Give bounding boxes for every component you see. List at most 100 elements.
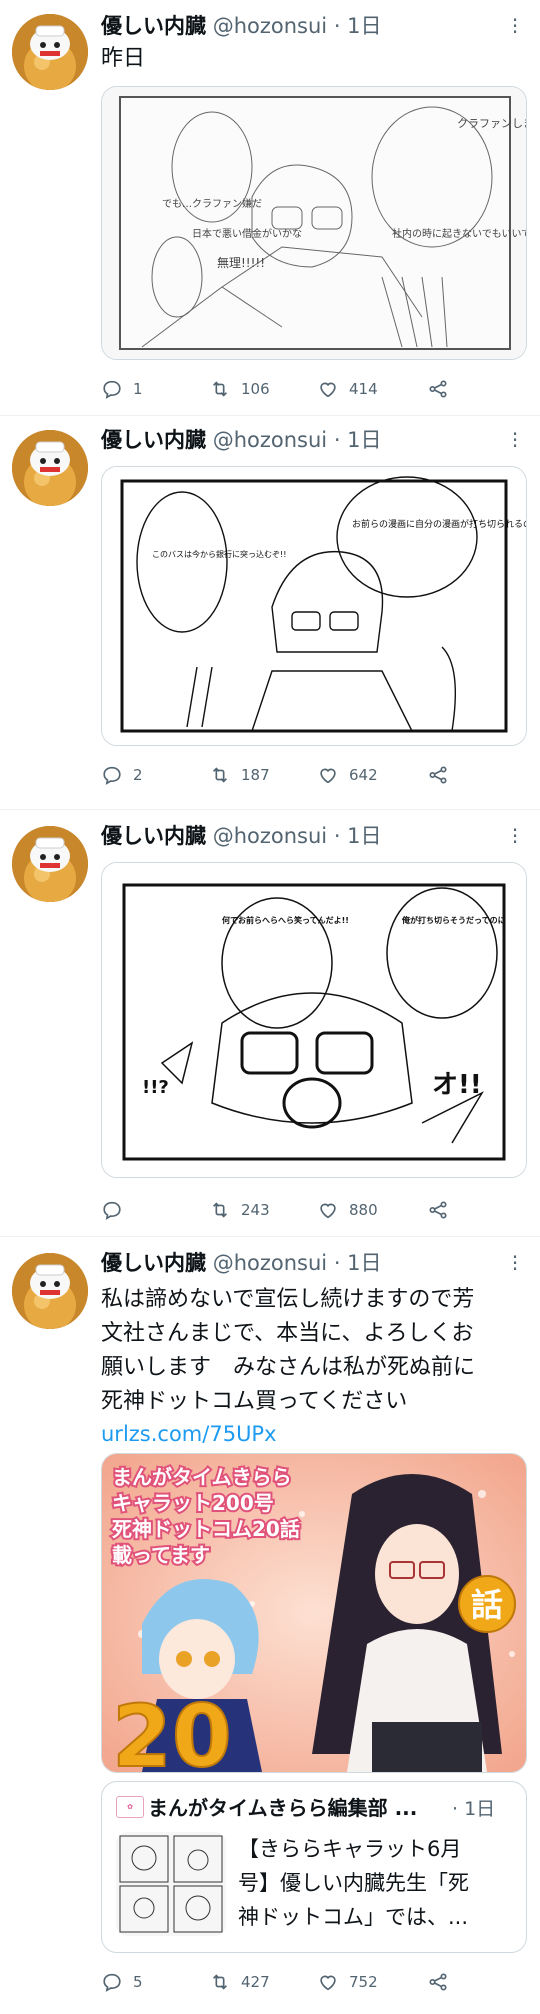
manga-speech-1: クラファンしましょうよ!! [457, 117, 526, 130]
tweet-header: 優しい内臓 @hozonsui · 1日 [101, 426, 382, 454]
tweet-actions: 2 187 642 [101, 764, 501, 790]
retweet-button[interactable]: 106 [209, 378, 270, 400]
retweet-button[interactable]: 243 [209, 1199, 270, 1221]
share-button[interactable] [427, 1971, 449, 1993]
reply-button[interactable]: 2 [101, 764, 143, 786]
tweet-actions: 5 427 752 [101, 1971, 501, 1997]
tweet-4[interactable]: 優しい内臓 @hozonsui · 1日 · · · 私は諦めないで宣伝し続けますの… [0, 1237, 540, 2014]
manga-speech-3: でも…クラファン嫌だ [162, 197, 262, 210]
retweet-button[interactable]: 427 [209, 1971, 270, 1993]
quote-text-line: 号】優しい内臓先生「死 [238, 1871, 469, 1895]
quote-tweet[interactable]: ✿ まんがタイムきらら編集部 ... · 1日 【きららキャラット6月 号】優し… [101, 1781, 527, 1953]
timestamp[interactable]: · 1日 [334, 824, 382, 848]
display-name[interactable]: 優しい内臓 [101, 1251, 206, 1275]
avatar[interactable] [12, 826, 88, 902]
retweet-button[interactable]: 187 [209, 764, 270, 786]
retweet-count: 243 [241, 1201, 270, 1219]
quote-text: 【きららキャラット6月 号】優しい内臓先生「死 神ドットコム」では、... [238, 1832, 514, 1934]
manga-speech-2: 社内の時に起きないでもいいです [392, 227, 526, 240]
promo-line-4: 載ってます [112, 1543, 210, 1567]
user-handle[interactable]: @hozonsui [213, 1251, 327, 1275]
more-options-icon[interactable]: · · · [504, 10, 526, 42]
quote-author: まんがタイムきらら編集部 ... [148, 1796, 418, 1820]
tweet-link[interactable]: urlzs.com/75UPx [101, 1422, 277, 1446]
retweet-icon [212, 1974, 228, 1990]
tweet-3[interactable]: 優しい内臓 @hozonsui · 1日 · · · 俺が打ち切らそうだってのに 何… [0, 810, 540, 1236]
heart-icon [320, 1975, 336, 1991]
reply-icon [103, 1973, 121, 1992]
tweet-header: 優しい内臓 @hozonsui · 1日 [101, 822, 382, 850]
share-icon [429, 766, 447, 784]
like-count: 880 [349, 1201, 378, 1219]
share-button[interactable] [427, 378, 449, 400]
reply-button[interactable]: 5 [101, 1971, 143, 1993]
tweet-text-line: 死神ドットコム買ってください [101, 1389, 408, 1414]
tweet-image[interactable]: クラファンしましょうよ!! 社内の時に起きないでもいいです でも…クラファン嫌だ… [101, 86, 527, 360]
share-icon [429, 1201, 447, 1219]
timestamp[interactable]: · 1日 [334, 14, 382, 38]
quote-thumbnail-image [116, 1832, 226, 1936]
like-button[interactable]: 642 [317, 764, 378, 786]
manga-speech-2: 何でお前らへらへら笑ってんだよ!! [222, 915, 349, 925]
tweet-actions: 243 880 [101, 1199, 501, 1225]
retweet-icon [212, 1202, 228, 1218]
promo-line-3: 死神ドットコム20話 [112, 1517, 300, 1541]
reply-icon [103, 766, 121, 785]
manga-speech-4: 日本で悪い借金がいかな [192, 227, 302, 240]
user-handle[interactable]: @hozonsui [213, 14, 327, 38]
manga-speech-1: お前らの漫画に自分の漫画が打ち切られるのかチェックがかかるか…? [352, 518, 526, 530]
tweet-actions: 1 106 414 [101, 378, 501, 404]
timestamp[interactable]: · 1日 [334, 1251, 382, 1275]
like-count: 642 [349, 766, 378, 784]
reply-button[interactable]: 1 [101, 378, 143, 400]
reply-button[interactable] [101, 1199, 133, 1221]
avatar[interactable] [12, 14, 88, 90]
promo-banner: 20 話 まんがタイムきらら キャラット200号 死神ドットコム20話 載ってま… [102, 1454, 526, 1772]
more-options-icon[interactable]: · · · [504, 820, 526, 852]
like-count: 752 [349, 1973, 378, 1991]
retweet-count: 187 [241, 766, 270, 784]
retweet-icon [212, 767, 228, 783]
tweet-text-line: 願いします みなさんは私が死ぬ前に [101, 1355, 476, 1380]
tweet-header: 優しい内臓 @hozonsui · 1日 [101, 1249, 382, 1277]
share-button[interactable] [427, 764, 449, 786]
tweet-text: 昨日 [101, 46, 146, 71]
quote-timestamp: · 1日 [452, 1798, 496, 1820]
avatar-image [12, 1253, 88, 1329]
tweet-image[interactable]: お前らの漫画に自分の漫画が打ち切られるのかチェックがかかるか…? このバスは今か… [101, 466, 527, 746]
avatar[interactable] [12, 430, 88, 506]
tweet-image[interactable]: 俺が打ち切らそうだってのに 何でお前らへらへら笑ってんだよ!! !!? オ!! [101, 862, 527, 1178]
promo-image[interactable]: 20 話 まんがタイムきらら キャラット200号 死神ドットコム20話 載ってま… [101, 1453, 527, 1773]
promo-char: 話 [471, 1586, 503, 1624]
reply-count: 5 [133, 1973, 143, 1991]
share-button[interactable] [427, 1199, 449, 1221]
tweet-2[interactable]: 優しい内臓 @hozonsui · 1日 · · · お前らの漫画に自分の漫画が打ち… [0, 416, 540, 808]
manga-panel-image: クラファンしましょうよ!! 社内の時に起きないでもいいです でも…クラファン嫌だ… [102, 87, 526, 359]
heart-icon [320, 382, 336, 398]
promo-line-1: まんがタイムきらら [112, 1465, 292, 1489]
heart-icon [320, 768, 336, 784]
timestamp[interactable]: · 1日 [334, 428, 382, 452]
like-button[interactable]: 752 [317, 1971, 378, 1993]
display-name[interactable]: 優しい内臓 [101, 824, 206, 848]
tweet-text-line: 文社さんまじで、本当に、よろしくお [101, 1321, 474, 1346]
tweet-1[interactable]: 優しい内臓 @hozonsui · 1日 ··· 昨日 クラファンしましょうよ!… [0, 0, 540, 415]
more-options-icon[interactable]: · · · [504, 1247, 526, 1279]
reply-count: 1 [133, 380, 143, 398]
more-options-icon[interactable]: · · · [504, 424, 526, 456]
like-button[interactable]: 880 [317, 1199, 378, 1221]
retweet-icon [212, 381, 228, 397]
display-name[interactable]: 優しい内臓 [101, 14, 206, 38]
manga-panel-image: お前らの漫画に自分の漫画が打ち切られるのかチェックがかかるか…? このバスは今か… [102, 467, 526, 745]
display-name[interactable]: 優しい内臓 [101, 428, 206, 452]
tweet-text: 私は諦めないで宣伝し続けますので芳 文社さんまじで、本当に、よろしくお 願いしま… [101, 1283, 525, 1419]
tweet-header: 優しい内臓 @hozonsui · 1日 [101, 12, 382, 40]
quote-text-line: 【きららキャラット6月 [238, 1837, 462, 1861]
avatar[interactable] [12, 1253, 88, 1329]
manga-sfx-2: オ!! [432, 1070, 482, 1100]
manga-panel-image: 俺が打ち切らそうだってのに 何でお前らへらへら笑ってんだよ!! !!? オ!! [102, 863, 526, 1177]
user-handle[interactable]: @hozonsui [213, 824, 327, 848]
user-handle[interactable]: @hozonsui [213, 428, 327, 452]
like-button[interactable]: 414 [317, 378, 378, 400]
avatar-image [12, 14, 88, 90]
